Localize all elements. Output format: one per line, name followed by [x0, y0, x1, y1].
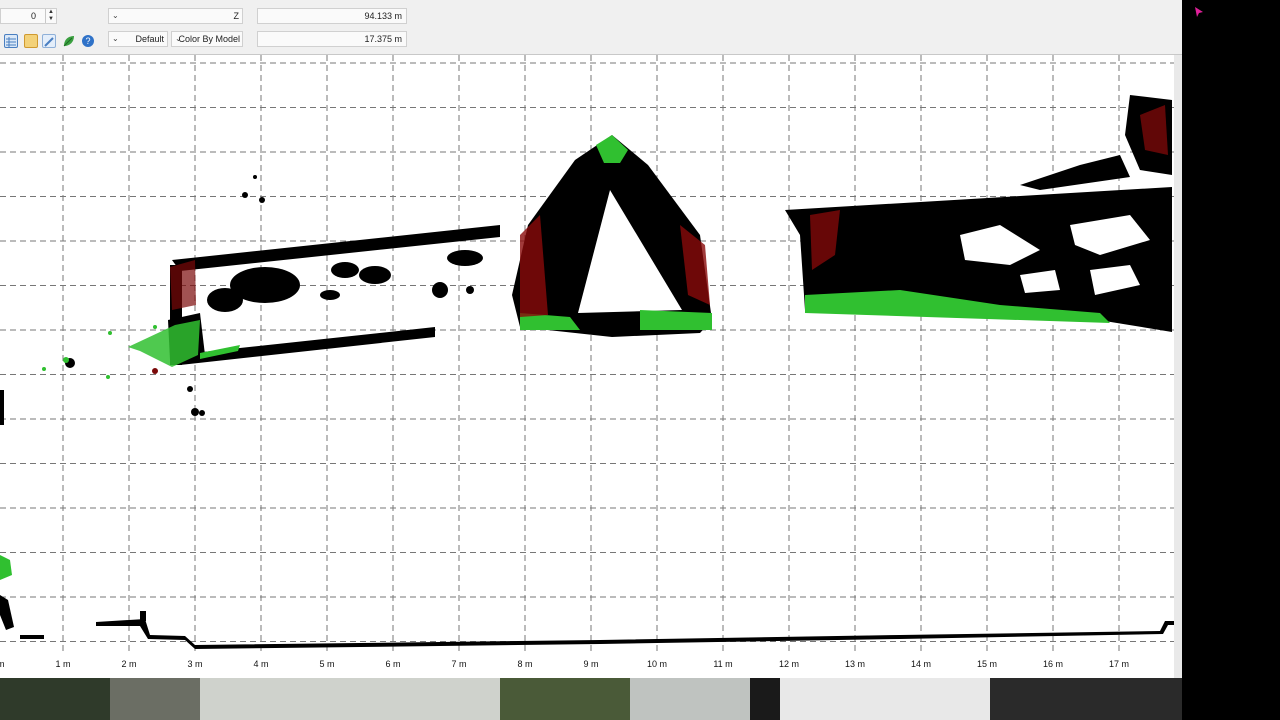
- point-cloud-viewport[interactable]: 0 m 1 m 2 m 3 m 4 m 5 m 6 m 7 m 8 m 9 m 10 m 11 m 12…: [0, 55, 1174, 678]
- svg-text:?: ?: [85, 36, 90, 46]
- x-axis-tick-label: 13 m: [845, 659, 865, 669]
- x-axis-tick-label: 15 m: [977, 659, 997, 669]
- spin-box[interactable]: 0 ▲ ▼: [0, 8, 57, 24]
- point-cloud-edge-left: [0, 390, 44, 639]
- x-axis-tick-label: 17 m: [1109, 659, 1129, 669]
- spin-value: 0: [30, 11, 36, 21]
- x-axis-labels: 0 m 1 m 2 m 3 m 4 m 5 m 6 m 7 m 8 m 9 m 10 m 11 m 12…: [0, 659, 1129, 669]
- distance-field-2[interactable]: 17.375 m: [257, 31, 407, 47]
- pencil-icon[interactable]: [42, 34, 56, 48]
- chevron-down-icon: ⌄: [112, 11, 119, 20]
- chevron-down-icon: ⌄: [112, 34, 119, 43]
- toolbar: 0 ▲ ▼ ⌄ Z 94.133 m ? ⌄ Default ⌄ Color B…: [0, 0, 1182, 55]
- folder-icon[interactable]: [24, 34, 38, 48]
- distance-1-value: 94.133 m: [364, 11, 402, 21]
- style-select[interactable]: ⌄ Default: [108, 31, 168, 47]
- x-axis-tick-label: 2 m: [121, 659, 136, 669]
- point-cloud-canvas: 0 m 1 m 2 m 3 m 4 m 5 m 6 m 7 m 8 m 9 m 10 m 11 m 12…: [0, 55, 1174, 669]
- table-icon[interactable]: [4, 34, 18, 48]
- x-axis-tick-label: 5 m: [319, 659, 334, 669]
- vertical-scrollbar[interactable]: [1174, 55, 1182, 678]
- point-cloud-structure-left: [42, 175, 500, 416]
- leaf-icon[interactable]: [62, 34, 76, 48]
- point-cloud-structure-center: [512, 135, 712, 337]
- distance-field-1[interactable]: 94.133 m: [257, 8, 407, 24]
- x-axis-tick-label: 12 m: [779, 659, 799, 669]
- background-image-strip: [0, 678, 1182, 720]
- distance-2-value: 17.375 m: [364, 34, 402, 44]
- x-axis-tick-label: 16 m: [1043, 659, 1063, 669]
- floor-line: [96, 611, 1174, 649]
- x-axis-tick-label: 7 m: [451, 659, 466, 669]
- x-axis-tick-label: 0 m: [0, 659, 5, 669]
- x-axis-tick-label: 14 m: [911, 659, 931, 669]
- x-axis-tick-label: 6 m: [385, 659, 400, 669]
- app-window: 0 ▲ ▼ ⌄ Z 94.133 m ? ⌄ Default ⌄ Color B…: [0, 0, 1182, 678]
- x-axis-tick-label: 11 m: [713, 659, 732, 669]
- x-axis-tick-label: 3 m: [187, 659, 202, 669]
- x-axis-tick-label: 10 m: [647, 659, 667, 669]
- x-axis-tick-label: 8 m: [517, 659, 532, 669]
- x-axis-tick-label: 1 m: [55, 659, 70, 669]
- style-select-value: Default: [135, 34, 164, 44]
- point-cloud-structure-right: [785, 95, 1172, 332]
- cursor-icon: [1194, 5, 1204, 17]
- color-select[interactable]: ⌄ Color By Model: [171, 31, 243, 47]
- x-axis-tick-label: 9 m: [583, 659, 598, 669]
- x-axis-tick-label: 4 m: [253, 659, 268, 669]
- color-select-value: Color By Model: [178, 34, 240, 44]
- axis-select[interactable]: ⌄ Z: [108, 8, 243, 24]
- spin-arrows-icon[interactable]: ▲ ▼: [45, 9, 56, 23]
- help-icon[interactable]: ?: [81, 34, 95, 48]
- axis-select-value: Z: [233, 11, 240, 21]
